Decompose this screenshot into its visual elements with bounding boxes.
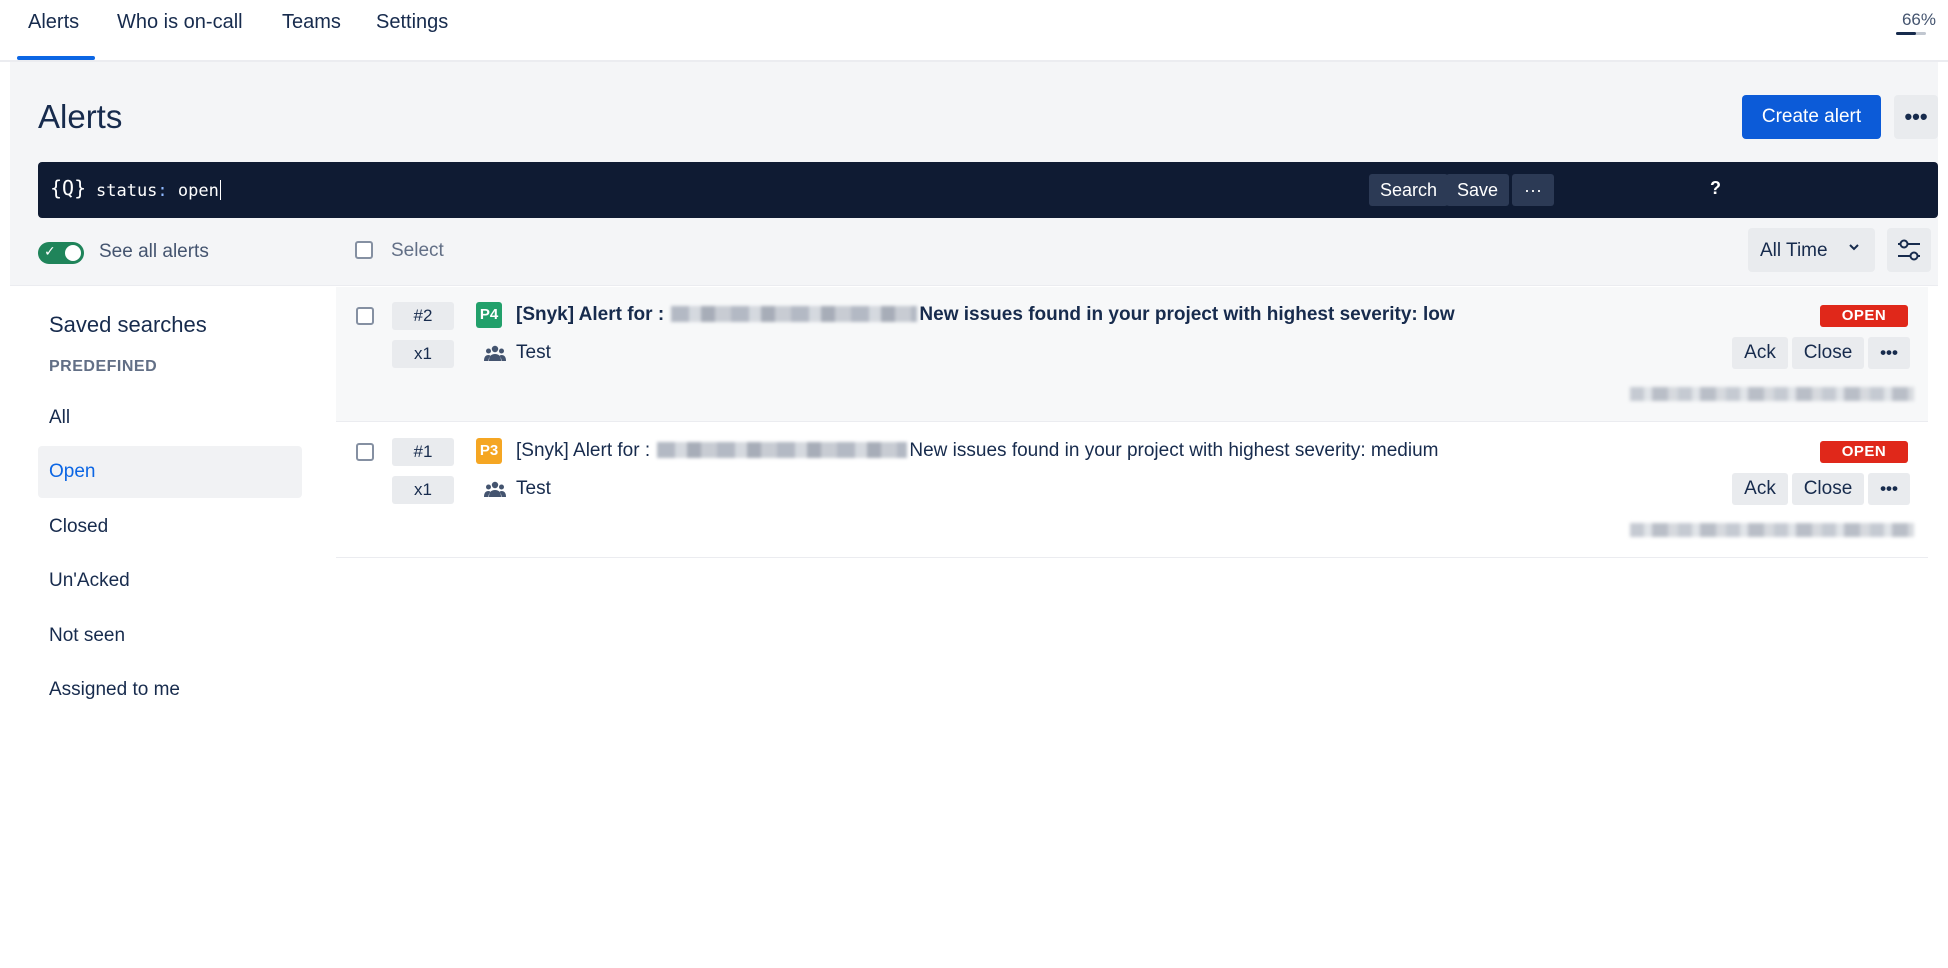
save-search-button[interactable]: Save xyxy=(1446,174,1510,206)
text-caret xyxy=(219,180,221,200)
predefined-section-label: PREDEFINED xyxy=(49,358,158,375)
redacted-timestamp xyxy=(1630,523,1914,537)
divider xyxy=(10,285,1938,286)
see-all-toggle[interactable]: ✓ xyxy=(38,242,84,264)
see-all-label: See all alerts xyxy=(99,241,209,262)
sidebar-item-not-seen[interactable]: Not seen xyxy=(38,610,302,662)
ack-button[interactable]: Ack xyxy=(1732,337,1788,369)
team-name: Test xyxy=(516,478,551,499)
alert-row[interactable]: #2 x1 P4 [Snyk] Alert for : New issues f… xyxy=(336,287,1928,422)
sidebar-item-all[interactable]: All xyxy=(38,392,302,444)
zoom-bar xyxy=(1896,32,1926,35)
alert-more-button[interactable]: ••• xyxy=(1868,337,1910,369)
priority-badge: P4 xyxy=(476,302,502,328)
zoom-bar-fill xyxy=(1896,32,1916,35)
alert-title-suffix: New issues found in your project with hi… xyxy=(919,304,1455,325)
saved-searches-title: Saved searches xyxy=(49,312,207,337)
query-search-bar[interactable]: {Q} status: open ? Search Save ··· xyxy=(38,162,1938,218)
tab-settings[interactable]: Settings xyxy=(376,10,448,34)
status-badge: OPEN xyxy=(1820,305,1908,327)
alert-checkbox[interactable] xyxy=(356,443,374,461)
top-nav: Alerts Who is on-call Teams Settings 66% xyxy=(0,0,1948,62)
page-title: Alerts xyxy=(38,98,123,135)
sidebar-item-open[interactable]: Open xyxy=(38,446,302,498)
time-filter-dropdown[interactable]: All Time xyxy=(1748,228,1875,272)
search-input[interactable]: status: open xyxy=(96,180,221,201)
filter-settings-button[interactable] xyxy=(1887,228,1931,272)
close-button[interactable]: Close xyxy=(1792,337,1864,369)
close-button[interactable]: Close xyxy=(1792,473,1864,505)
alert-title[interactable]: [Snyk] Alert for : New issues found in y… xyxy=(516,440,1438,462)
search-more-button[interactable]: ··· xyxy=(1512,174,1554,206)
tab-teams[interactable]: Teams xyxy=(282,10,341,34)
search-button[interactable]: Search xyxy=(1369,174,1449,206)
alert-number: #1 xyxy=(392,438,454,466)
query-icon: {Q} xyxy=(50,176,87,200)
more-actions-button[interactable]: ••• xyxy=(1894,95,1938,139)
alert-count: x1 xyxy=(392,340,454,368)
select-all-checkbox[interactable] xyxy=(355,241,373,259)
people-group-icon xyxy=(484,345,506,361)
status-badge: OPEN xyxy=(1820,441,1908,463)
alert-title-suffix: New issues found in your project with hi… xyxy=(909,440,1439,461)
team-name: Test xyxy=(516,342,551,363)
query-separator: : xyxy=(157,181,168,201)
sidebar-item-assigned-to-me[interactable]: Assigned to me xyxy=(38,664,302,716)
alert-checkbox[interactable] xyxy=(356,307,374,325)
sidebar-item-unacked[interactable]: Un'Acked xyxy=(38,555,302,607)
alert-title-prefix: [Snyk] Alert for : xyxy=(516,440,651,461)
alert-number: #2 xyxy=(392,302,454,330)
tab-who-is-on-call[interactable]: Who is on-call xyxy=(117,10,243,34)
redacted-project-name xyxy=(671,306,918,322)
ack-button[interactable]: Ack xyxy=(1732,473,1788,505)
create-alert-button[interactable]: Create alert xyxy=(1742,95,1881,139)
sliders-icon xyxy=(1898,239,1920,261)
toggle-knob xyxy=(65,245,81,261)
active-tab-indicator xyxy=(17,56,95,60)
people-group-icon xyxy=(484,481,506,497)
time-filter-value: All Time xyxy=(1760,240,1828,261)
help-icon[interactable]: ? xyxy=(1710,178,1721,199)
alert-row[interactable]: #1 x1 P3 [Snyk] Alert for : New issues f… xyxy=(336,423,1928,558)
redacted-timestamp xyxy=(1630,387,1914,401)
alert-more-button[interactable]: ••• xyxy=(1868,473,1910,505)
redacted-project-name xyxy=(657,442,908,458)
zoom-level: 66% xyxy=(1901,10,1936,29)
priority-badge: P3 xyxy=(476,438,502,464)
select-label: Select xyxy=(391,240,444,261)
query-value: open xyxy=(177,181,219,201)
alert-count: x1 xyxy=(392,476,454,504)
alert-title-prefix: [Snyk] Alert for : xyxy=(516,304,665,325)
check-icon: ✓ xyxy=(44,243,56,259)
sidebar-item-closed[interactable]: Closed xyxy=(38,501,302,553)
tab-alerts[interactable]: Alerts xyxy=(28,10,79,34)
query-key: status xyxy=(96,181,158,201)
chevron-down-icon xyxy=(1847,240,1861,257)
alert-title[interactable]: [Snyk] Alert for : New issues found in y… xyxy=(516,304,1455,326)
